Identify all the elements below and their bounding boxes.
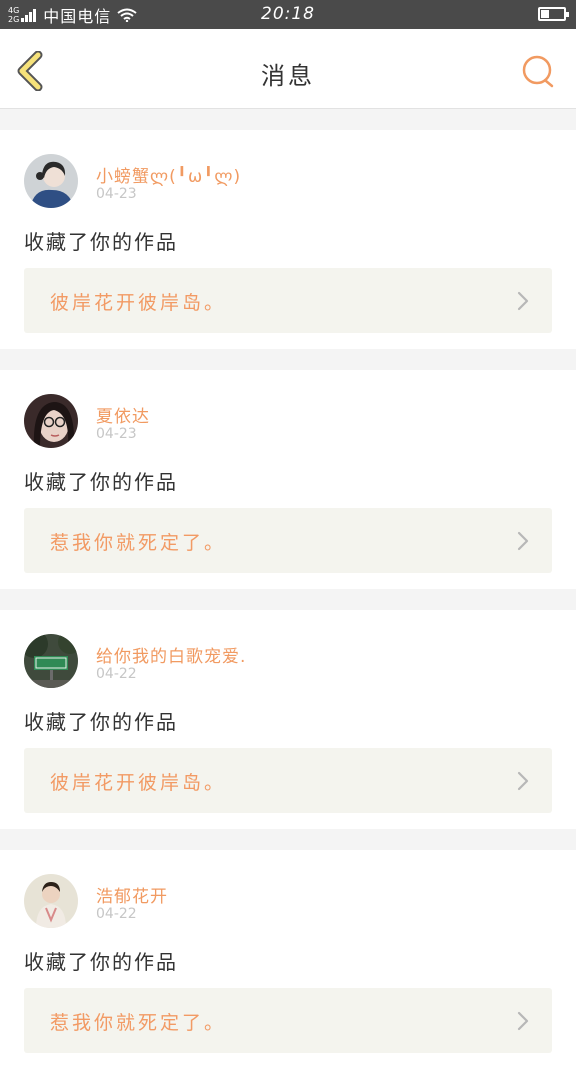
action-text: 收藏了你的作品 bbox=[24, 710, 178, 734]
message-card: 夏依达 04-23 收藏了你的作品 惹我你就死定了。 bbox=[0, 370, 576, 589]
work-title: 彼岸花开彼岸岛。 bbox=[50, 772, 227, 794]
message-time: 04-22 bbox=[96, 666, 137, 682]
chevron-right-icon bbox=[517, 1011, 529, 1031]
action-text: 收藏了你的作品 bbox=[24, 230, 178, 254]
message-list: 小螃蟹ლ(╹ω╹ლ) 04-23 收藏了你的作品 彼岸花开彼岸岛。 夏依达 04… bbox=[0, 109, 576, 1069]
work-title: 惹我你就死定了。 bbox=[50, 1012, 227, 1034]
chevron-right-icon bbox=[517, 291, 529, 311]
work-title: 彼岸花开彼岸岛。 bbox=[50, 292, 227, 314]
message-time: 04-23 bbox=[96, 186, 137, 202]
chevron-right-icon bbox=[517, 531, 529, 551]
message-card: 浩郁花开 04-22 收藏了你的作品 惹我你就死定了。 bbox=[0, 850, 576, 1069]
message-card: 小螃蟹ლ(╹ω╹ლ) 04-23 收藏了你的作品 彼岸花开彼岸岛。 bbox=[0, 130, 576, 349]
message-card: 给你我的白歌宠爱. 04-22 收藏了你的作品 彼岸花开彼岸岛。 bbox=[0, 610, 576, 829]
user-name[interactable]: 给你我的白歌宠爱. bbox=[96, 642, 246, 667]
avatar[interactable] bbox=[24, 154, 78, 208]
user-name[interactable]: 夏依达 bbox=[96, 402, 150, 427]
work-title: 惹我你就死定了。 bbox=[50, 532, 227, 554]
battery-level bbox=[541, 10, 549, 18]
status-time: 20:18 bbox=[261, 4, 315, 24]
status-bar: 4G 2G 中国电信 20:18 bbox=[0, 0, 576, 29]
battery-icon bbox=[538, 7, 569, 21]
action-text: 收藏了你的作品 bbox=[24, 950, 178, 974]
avatar[interactable] bbox=[24, 394, 78, 448]
search-icon[interactable] bbox=[518, 51, 558, 91]
work-link[interactable]: 彼岸花开彼岸岛。 bbox=[24, 268, 552, 333]
action-text: 收藏了你的作品 bbox=[24, 470, 178, 494]
chevron-right-icon bbox=[517, 771, 529, 791]
avatar[interactable] bbox=[24, 634, 78, 688]
work-link[interactable]: 彼岸花开彼岸岛。 bbox=[24, 748, 552, 813]
nav-bar: 消息 bbox=[0, 29, 576, 109]
avatar[interactable] bbox=[24, 874, 78, 928]
work-link[interactable]: 惹我你就死定了。 bbox=[24, 508, 552, 573]
message-time: 04-23 bbox=[96, 426, 137, 442]
work-link[interactable]: 惹我你就死定了。 bbox=[24, 988, 552, 1053]
message-time: 04-22 bbox=[96, 906, 137, 922]
user-name[interactable]: 浩郁花开 bbox=[96, 882, 168, 907]
page-title: 消息 bbox=[261, 62, 315, 90]
user-name[interactable]: 小螃蟹ლ(╹ω╹ლ) bbox=[96, 162, 241, 187]
